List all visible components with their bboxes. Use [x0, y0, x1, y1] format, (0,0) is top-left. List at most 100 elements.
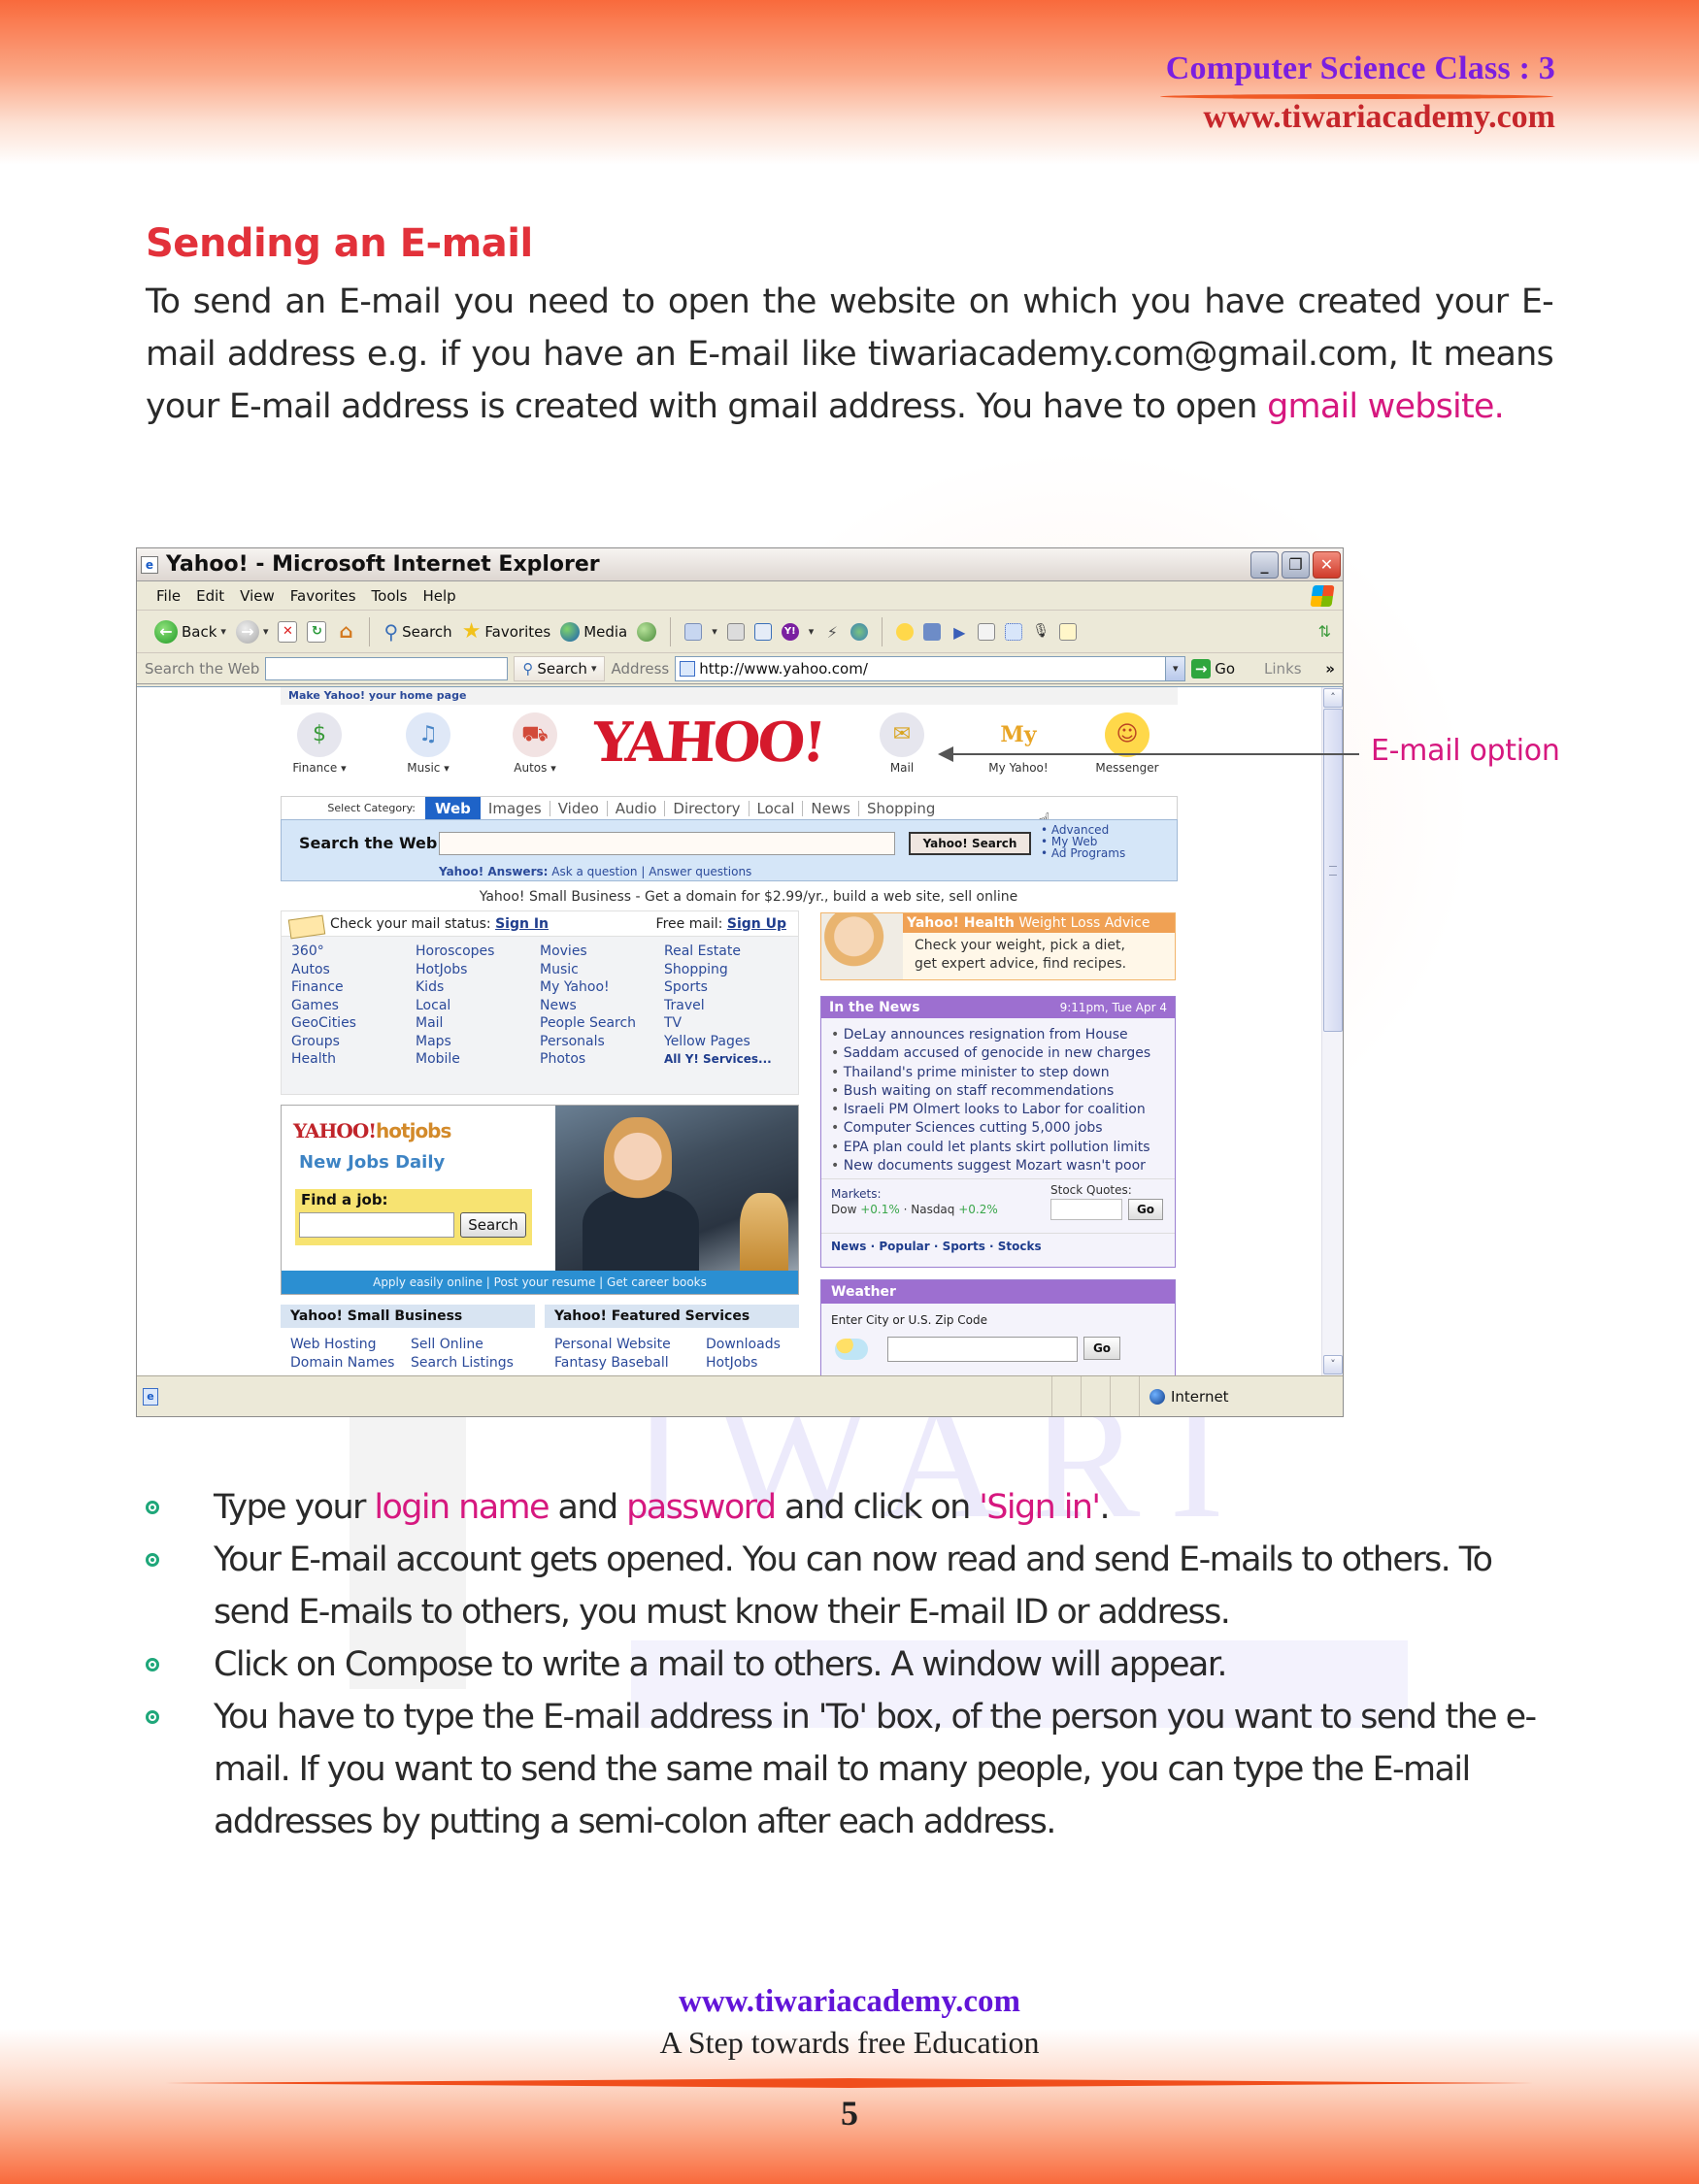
tab-video[interactable]: Video	[550, 800, 608, 816]
yahoo-logo[interactable]: YAHOO!	[591, 711, 826, 775]
weather-go-button[interactable]: Go	[1083, 1337, 1120, 1360]
browser-title-bar[interactable]: e Yahoo! - Microsoft Internet Explorer _…	[137, 548, 1343, 581]
media-button[interactable]: Media	[560, 621, 627, 642]
sports-link[interactable]: Sports	[943, 1240, 985, 1253]
service-link[interactable]: 360°	[291, 943, 416, 961]
small-business-promo[interactable]: Yahoo! Small Business - Get a domain for…	[281, 889, 1178, 905]
favorites-button[interactable]: ★ Favorites	[462, 619, 551, 644]
sign-in-link[interactable]: Sign In	[495, 916, 549, 932]
sell-online-link[interactable]: Sell Online	[411, 1336, 531, 1354]
toolbar-search-button[interactable]: ⚲ Search ▾	[514, 655, 606, 681]
yahoo-messenger-link[interactable]: ☺ Messenger	[1088, 712, 1166, 775]
service-link[interactable]: Horoscopes	[416, 943, 540, 961]
service-link[interactable]: Local	[416, 997, 540, 1015]
search-listings-link[interactable]: Search Listings	[411, 1354, 531, 1373]
service-link[interactable]: Kids	[416, 978, 540, 997]
forward-button[interactable]: → ▾	[235, 619, 269, 644]
service-link[interactable]: Health	[291, 1050, 416, 1069]
web-hosting-link[interactable]: Web Hosting	[290, 1336, 411, 1354]
service-link[interactable]: Movies	[540, 943, 664, 961]
service-link[interactable]: Travel	[664, 997, 788, 1015]
forward-dropdown-icon[interactable]: ▾	[263, 625, 269, 638]
news-item[interactable]: Thailand's prime minister to step down	[831, 1064, 1165, 1082]
messenger-icon[interactable]	[850, 622, 869, 641]
yahoo-toolbar-icon[interactable]: Y!	[781, 622, 799, 641]
refresh-icon[interactable]: ↻	[307, 620, 327, 643]
popular-link[interactable]: Popular	[879, 1240, 929, 1253]
microphone-icon[interactable]: 🎙	[1032, 623, 1049, 641]
search-dropdown-icon[interactable]: ▾	[591, 662, 597, 675]
news-item[interactable]: Israeli PM Olmert looks to Labor for coa…	[831, 1101, 1165, 1119]
menu-file[interactable]: File	[156, 587, 181, 605]
scroll-down-icon[interactable]: ˅	[1323, 1355, 1343, 1374]
service-link[interactable]: Real Estate	[664, 943, 788, 961]
tab-web[interactable]: Web	[425, 796, 481, 828]
service-link[interactable]: TV	[664, 1014, 788, 1033]
domain-names-link[interactable]: Domain Names	[290, 1354, 411, 1373]
personal-website-link[interactable]: Personal Website	[554, 1336, 706, 1354]
menu-favorites[interactable]: Favorites	[290, 587, 356, 605]
yahoo-search-button[interactable]: Yahoo! Search	[909, 832, 1031, 855]
service-link[interactable]: Games	[291, 997, 416, 1015]
back-dropdown-icon[interactable]: ▾	[220, 625, 226, 638]
header-site-link[interactable]: www.tiwariacademy.com	[1203, 99, 1555, 136]
news-item[interactable]: Saddam accused of genocide in new charge…	[831, 1044, 1165, 1063]
news-item[interactable]: New documents suggest Mozart wasn't poor	[831, 1157, 1165, 1175]
weather-zip-input[interactable]	[887, 1337, 1078, 1362]
tab-images[interactable]: Images	[481, 800, 550, 816]
address-input[interactable]: http://www.yahoo.com/ ▾	[675, 655, 1186, 681]
menu-edit[interactable]: Edit	[196, 587, 224, 605]
page-icon[interactable]	[978, 622, 996, 641]
sign-up-link[interactable]: Sign Up	[727, 916, 786, 932]
hotjobs-link[interactable]: HotJobs	[706, 1354, 803, 1373]
go-button[interactable]: → Go	[1191, 658, 1235, 678]
service-link[interactable]: Shopping	[664, 961, 788, 979]
toolbar-search-input[interactable]	[265, 656, 509, 680]
ask-question-link[interactable]: Ask a question	[551, 865, 637, 878]
hotjobs-links-bar[interactable]: Apply easily online | Post your resume |…	[282, 1271, 798, 1294]
search-button[interactable]: ⚲ Search	[383, 620, 451, 644]
service-link[interactable]: Yellow Pages	[664, 1033, 788, 1051]
news-item[interactable]: EPA plan could let plants skirt pollutio…	[831, 1139, 1165, 1157]
restore-button[interactable]: ❐	[1282, 550, 1310, 579]
service-link[interactable]: Music	[540, 961, 664, 979]
yahoo-my-yahoo-link[interactable]: My My Yahoo!	[980, 712, 1057, 775]
smiley-icon[interactable]	[896, 622, 915, 641]
minimize-button[interactable]: _	[1250, 550, 1279, 579]
tab-shopping[interactable]: Shopping	[859, 801, 943, 816]
yahoo-mail-link[interactable]: ✉ Mail	[863, 712, 941, 775]
stock-go-button[interactable]: Go	[1128, 1199, 1163, 1220]
tab-news[interactable]: News	[803, 800, 859, 816]
hotjobs-logo[interactable]: YAHOO!hotjobs	[293, 1119, 451, 1142]
service-link[interactable]: People Search	[540, 1014, 664, 1033]
ad-programs-link[interactable]: Ad Programs	[1051, 846, 1125, 860]
stock-quote-input[interactable]	[1050, 1199, 1122, 1220]
scroll-thumb[interactable]	[1323, 709, 1343, 1032]
all-services-link[interactable]: All Y! Services...	[664, 1050, 788, 1069]
find-job-input[interactable]	[299, 1212, 454, 1238]
yahoo-music-link[interactable]: ♫ Music ▾	[389, 712, 467, 775]
service-link[interactable]: Groups	[291, 1033, 416, 1051]
service-link[interactable]: Mobile	[416, 1050, 540, 1069]
downloads-link[interactable]: Downloads	[706, 1336, 803, 1354]
find-job-search-button[interactable]: Search	[460, 1212, 526, 1238]
yahoo-dropdown-icon[interactable]: ▾	[809, 625, 815, 638]
research-icon[interactable]: ⚡	[823, 623, 841, 642]
service-link[interactable]: GeoCities	[291, 1014, 416, 1033]
service-link[interactable]: Sports	[664, 978, 788, 997]
stop-icon[interactable]: ✕	[278, 620, 298, 643]
home-icon[interactable]: ⌂	[336, 621, 355, 643]
service-link[interactable]: Autos	[291, 961, 416, 979]
footer-site-link[interactable]: www.tiwariacademy.com	[0, 1984, 1699, 2020]
service-link[interactable]: My Yahoo!	[540, 978, 664, 997]
close-button[interactable]: ✕	[1313, 550, 1341, 579]
make-home-link[interactable]: Make Yahoo! your home page	[281, 687, 1178, 705]
vertical-scrollbar[interactable]: ˄ ˅	[1321, 687, 1343, 1375]
monitor-icon[interactable]	[923, 622, 942, 641]
print-icon[interactable]	[726, 622, 745, 641]
tab-local[interactable]: Local	[750, 800, 804, 816]
mail-icon[interactable]	[684, 622, 703, 641]
fantasy-baseball-link[interactable]: Fantasy Baseball	[554, 1354, 706, 1373]
tab-directory[interactable]: Directory	[665, 800, 750, 816]
scroll-up-icon[interactable]: ˄	[1323, 688, 1343, 708]
